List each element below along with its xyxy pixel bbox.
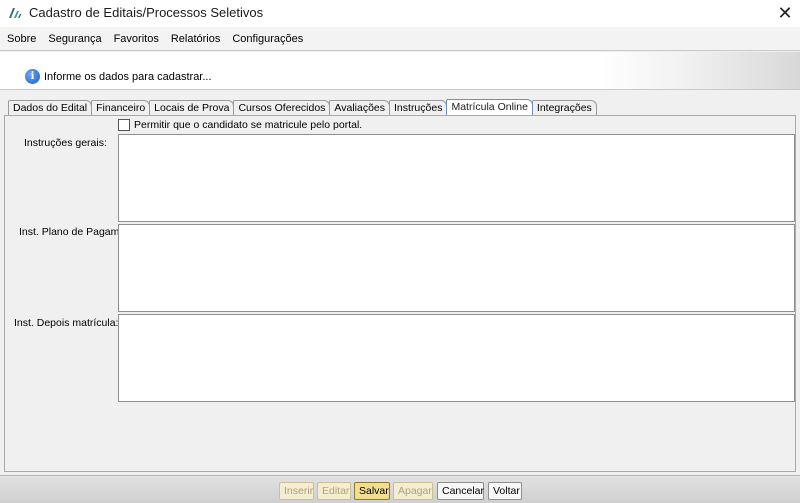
tab-integracoes[interactable]: Integrações (531, 100, 597, 115)
menu-seguranca[interactable]: Segurança (48, 33, 101, 45)
apagar-button[interactable]: Apagar (393, 482, 433, 500)
plano-pagamento-textarea[interactable] (118, 224, 795, 312)
instrucoes-gerais-label: Instruções gerais: (24, 137, 107, 149)
window-title: Cadastro de Editais/Processos Seletivos (29, 5, 264, 20)
inserir-button[interactable]: Inserir (279, 482, 314, 500)
tab-instrucoes[interactable]: Instruções (389, 100, 448, 115)
depois-matricula-textarea[interactable] (118, 314, 795, 402)
portal-checkbox-label[interactable]: Permitir que o candidato se matricule pe… (134, 119, 362, 131)
depois-matricula-label: Inst. Depois matrícula: (14, 317, 119, 329)
menu-configuracoes[interactable]: Configurações (232, 33, 303, 45)
tab-avaliacoes[interactable]: Avaliações (329, 100, 391, 115)
editar-button[interactable]: Editar (317, 482, 351, 500)
info-icon: i (25, 69, 40, 84)
menu-sobre[interactable]: Sobre (7, 33, 36, 45)
menu-relatorios[interactable]: Relatórios (171, 33, 221, 45)
banner-message: Informe os dados para cadastrar... (44, 71, 212, 83)
tab-dados-edital[interactable]: Dados do Edital (8, 100, 93, 115)
salvar-button[interactable]: Salvar (354, 482, 390, 500)
tab-financeiro[interactable]: Financeiro (91, 100, 151, 115)
tab-strip: Dados do Edital Financeiro Locais de Pro… (8, 99, 597, 115)
instrucoes-gerais-textarea[interactable] (118, 134, 795, 222)
close-button[interactable]: ✕ (770, 0, 800, 27)
close-icon: ✕ (777, 3, 793, 23)
menu-favoritos[interactable]: Favoritos (114, 33, 159, 45)
menu-bar: Sobre Segurança Favoritos Relatórios Con… (0, 27, 800, 51)
voltar-button[interactable]: Voltar (488, 482, 522, 500)
info-banner: i Informe os dados para cadastrar... (0, 52, 800, 90)
app-logo-icon (9, 8, 22, 18)
portal-checkbox[interactable] (118, 119, 130, 131)
tab-matricula-online[interactable]: Matrícula Online (446, 99, 533, 115)
title-bar: Cadastro de Editais/Processos Seletivos … (0, 0, 800, 27)
portal-checkbox-row: Permitir que o candidato se matricule pe… (118, 119, 362, 131)
tab-locais-prova[interactable]: Locais de Prova (149, 100, 235, 115)
cancelar-button[interactable]: Cancelar (437, 482, 484, 500)
tab-cursos-oferecidos[interactable]: Cursos Oferecidos (233, 100, 331, 115)
